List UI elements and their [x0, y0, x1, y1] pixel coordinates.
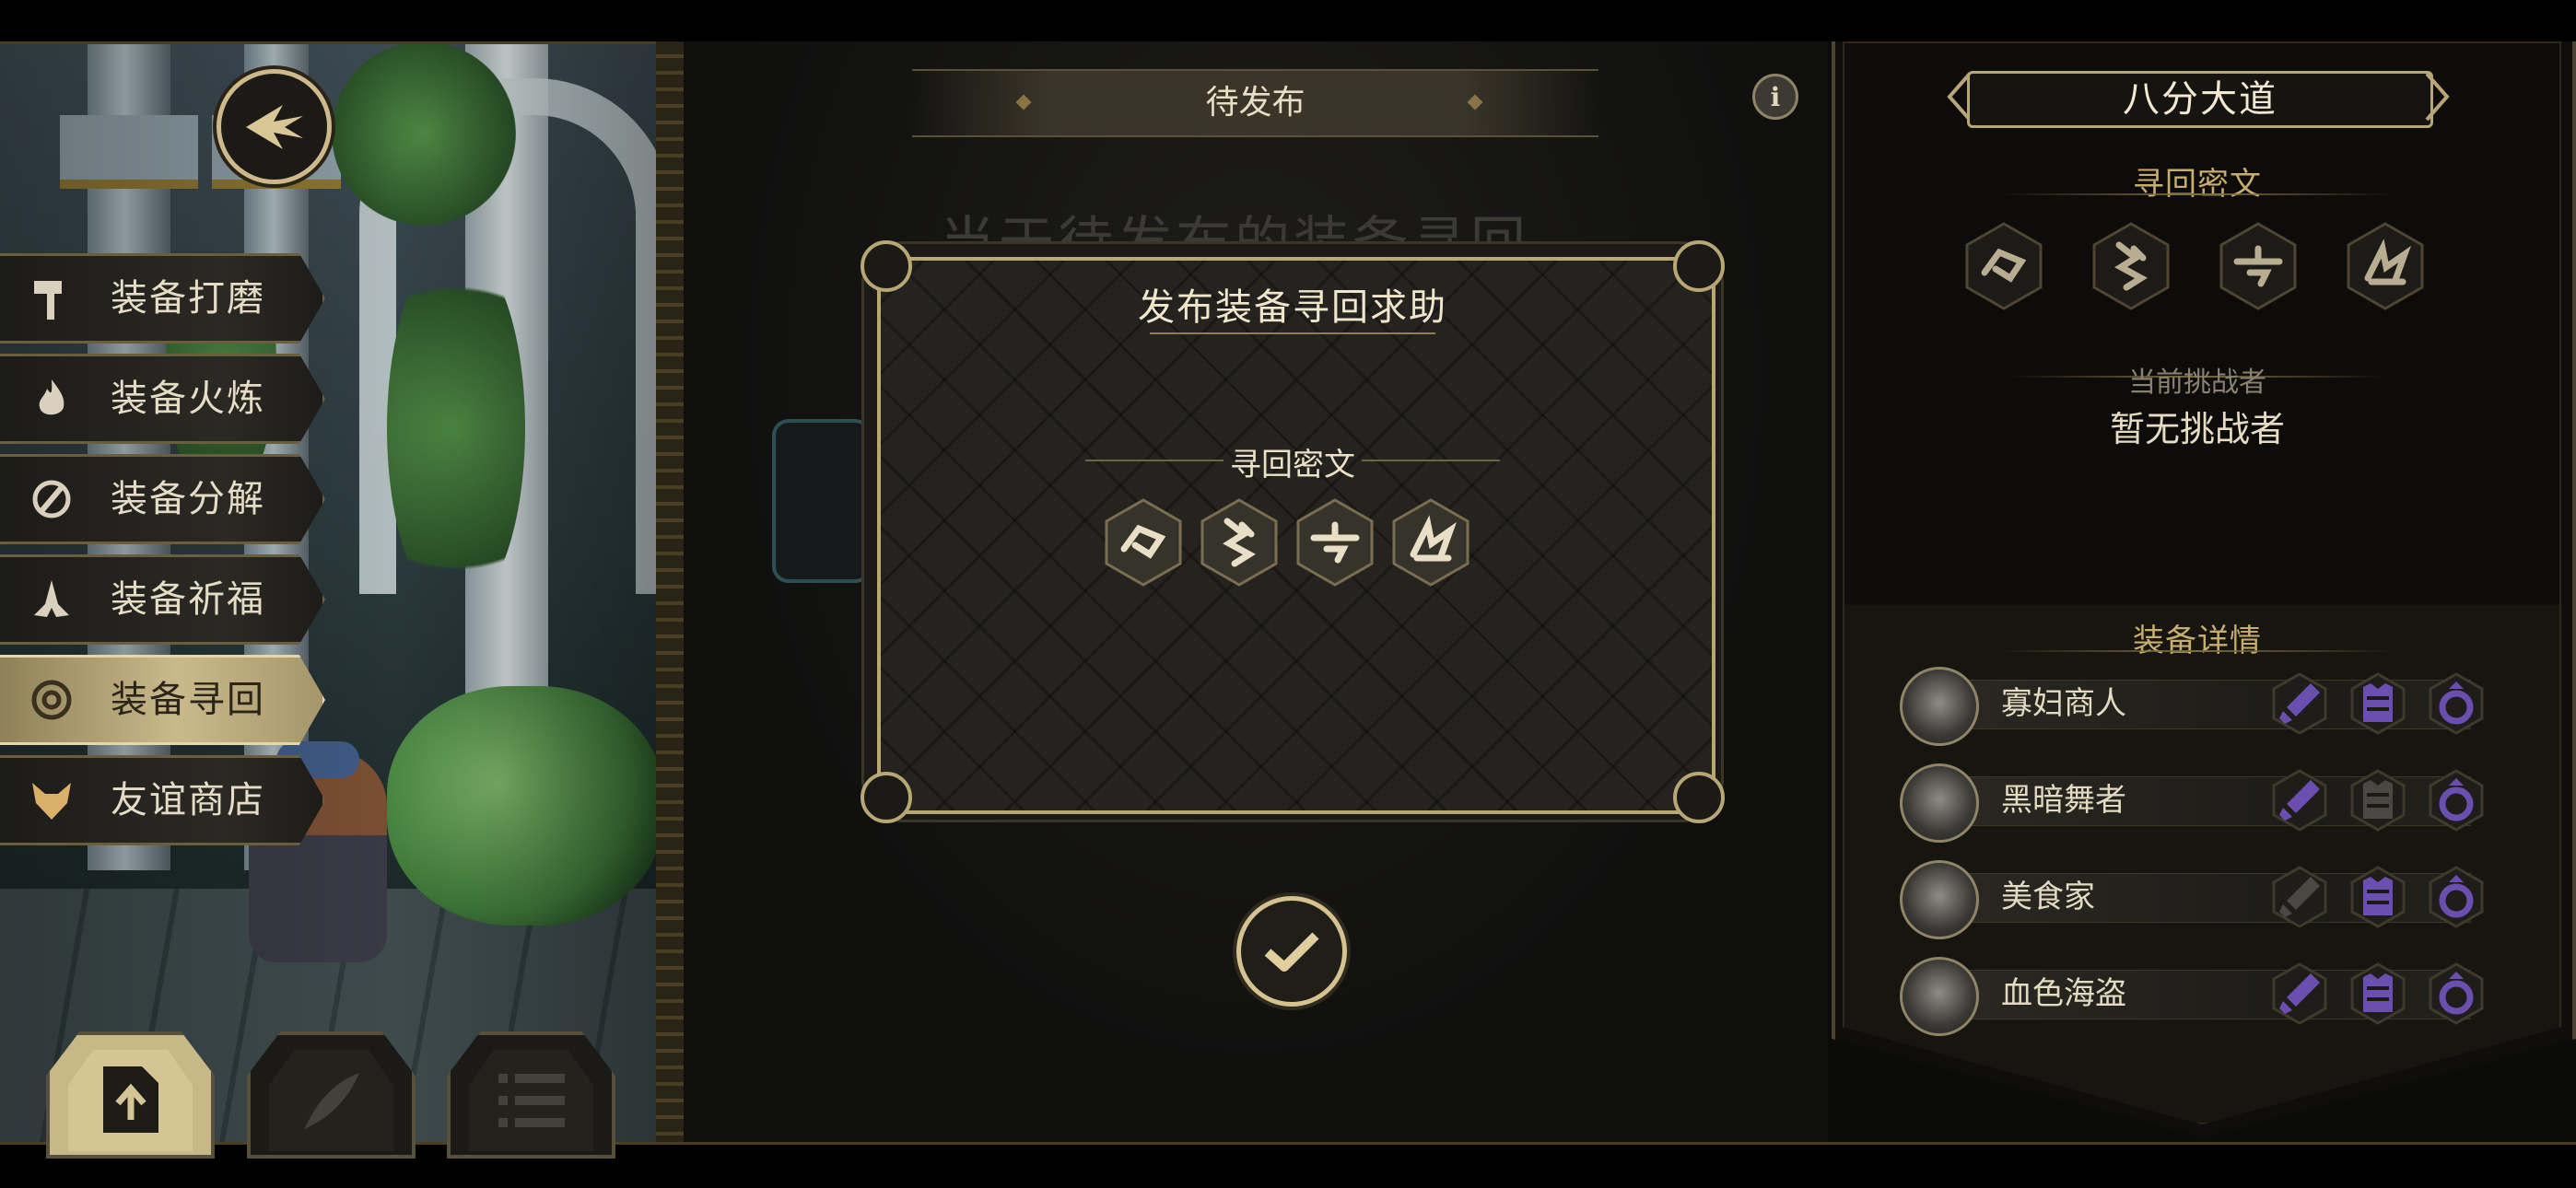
- quill-tab-button[interactable]: [247, 1031, 416, 1159]
- list-tab-button[interactable]: [447, 1031, 615, 1159]
- character-name: 血色海盗: [2001, 975, 2126, 1012]
- menu-item-retrieve[interactable]: 装备寻回: [0, 655, 325, 745]
- ring-slot-icon[interactable]: [2425, 769, 2488, 832]
- panel-divider: [656, 41, 684, 1142]
- menu-item-forge[interactable]: 装备火炼: [0, 354, 325, 444]
- armor-slot-icon[interactable]: [2347, 672, 2409, 735]
- background-card: [772, 419, 872, 583]
- menu-item-friendship-shop[interactable]: 友谊商店: [0, 755, 325, 845]
- list-icon: [498, 1074, 565, 1127]
- upload-document-icon: [103, 1066, 158, 1133]
- character-name: 寡妇商人: [2001, 685, 2126, 722]
- location-title-box: 八分大道: [1967, 71, 2433, 128]
- chevron-right-icon: [2425, 72, 2450, 122]
- publish-tab-button[interactable]: [46, 1031, 215, 1159]
- character-name: 美食家: [2001, 879, 2095, 915]
- rune-glyph-3-icon: [2213, 221, 2303, 311]
- challenger-row[interactable]: 血色海盗: [1900, 957, 2489, 1036]
- info-button[interactable]: i: [1752, 74, 1798, 120]
- rune-glyph-2-icon: [1194, 497, 1284, 588]
- ring-slot-icon[interactable]: [2425, 672, 2488, 735]
- menu-label: 装备打磨: [111, 277, 265, 320]
- publish-modal: 发布装备寻回求助 寻回密文: [861, 240, 1725, 823]
- menu-item-bless[interactable]: 装备祈福: [0, 554, 325, 645]
- challenger-value: 暂无挑战者: [2109, 409, 2285, 449]
- weapon-slot-icon[interactable]: [2268, 866, 2331, 928]
- hammer-icon: [26, 273, 77, 324]
- challenger-row[interactable]: 黑暗舞者: [1900, 763, 2489, 843]
- rune-glyph-3-icon: [1290, 497, 1380, 588]
- rune-glyph-4-icon: [2340, 221, 2430, 311]
- weapon-slot-icon[interactable]: [2268, 672, 2331, 735]
- game-screen: 装备打磨 装备火炼 装备分解 装备祈福 装备寻回 友谊商店 待发布 i 发布装备…: [0, 0, 2576, 1188]
- menu-label: 友谊商店: [111, 779, 265, 821]
- armor-slot-icon[interactable]: [2347, 769, 2409, 832]
- ring-slot-icon[interactable]: [2425, 962, 2488, 1025]
- ring-slot-icon[interactable]: [2425, 866, 2488, 928]
- weapon-slot-icon[interactable]: [2268, 769, 2331, 832]
- info-icon: i: [1770, 81, 1781, 112]
- equipment-details-title: 装备详情: [2133, 623, 2262, 659]
- armor-slot-icon[interactable]: [2347, 962, 2409, 1025]
- rune-glyph-1-icon: [1098, 497, 1188, 588]
- prayer-hands-icon: [26, 574, 77, 625]
- modal-subtitle: 寻回密文: [1230, 447, 1355, 483]
- avatar: [1900, 667, 1979, 746]
- avatar: [1900, 860, 1979, 939]
- fox-icon: [26, 775, 77, 826]
- center-title-bar: 待发布: [912, 69, 1598, 137]
- modal-title: 发布装备寻回求助: [1138, 286, 1447, 329]
- challenger-row[interactable]: 美食家: [1900, 860, 2489, 939]
- disassemble-icon: [26, 473, 77, 525]
- back-button[interactable]: [217, 69, 332, 184]
- menu-label: 装备祈福: [111, 578, 265, 621]
- center-title: 待发布: [1205, 84, 1306, 122]
- confirm-button[interactable]: [1236, 896, 1347, 1007]
- armor-slot-icon[interactable]: [2347, 866, 2409, 928]
- back-arrow-icon: [245, 104, 303, 149]
- avatar: [1900, 763, 1979, 843]
- feather-quill-icon: [304, 1073, 359, 1130]
- weapon-slot-icon[interactable]: [2268, 962, 2331, 1025]
- menu-item-disassemble[interactable]: 装备分解: [0, 454, 325, 544]
- avatar: [1900, 957, 1979, 1036]
- location-title: 八分大道: [2123, 78, 2277, 121]
- flame-icon: [26, 373, 77, 425]
- rune-glyph-4-icon: [1386, 497, 1476, 588]
- character-name: 黑暗舞者: [2001, 782, 2126, 819]
- rune-glyph-2-icon: [2086, 221, 2176, 311]
- menu-label: 装备寻回: [111, 679, 265, 721]
- target-icon: [26, 674, 77, 726]
- menu-item-polish[interactable]: 装备打磨: [0, 253, 325, 344]
- menu-label: 装备火炼: [111, 378, 265, 420]
- rune-glyph-1-icon: [1959, 221, 2049, 311]
- menu-label: 装备分解: [111, 478, 265, 520]
- checkmark-icon: [1264, 932, 1319, 972]
- challenger-label: 当前挑战者: [2128, 367, 2266, 399]
- challenger-row[interactable]: 寡妇商人: [1900, 667, 2489, 746]
- cipher-section-title: 寻回密文: [2133, 166, 2262, 203]
